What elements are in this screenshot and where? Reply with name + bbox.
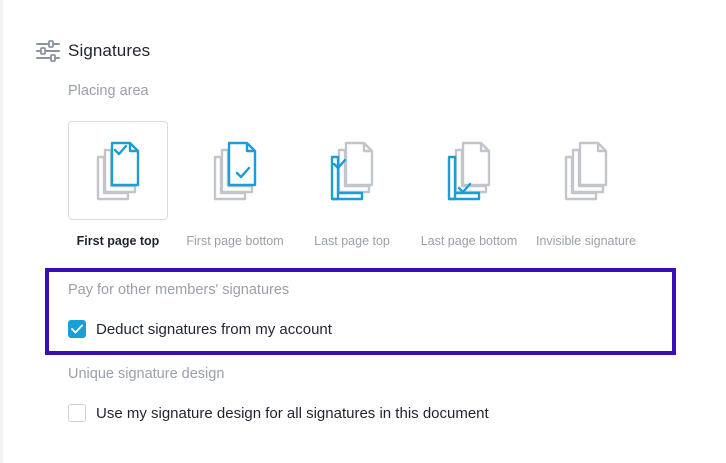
- doc-last-bottom-icon: [447, 141, 491, 200]
- placing-option-label: Last page bottom: [420, 234, 518, 248]
- check-icon: [71, 324, 83, 334]
- placing-area-heading: Placing area: [68, 83, 149, 99]
- placing-option-tile: [185, 121, 285, 220]
- deduct-signatures-checkbox[interactable]: [68, 320, 86, 338]
- placing-option-label: First page bottom: [186, 234, 284, 248]
- panel-divider: [0, 0, 3, 463]
- doc-first-top-icon: [96, 141, 140, 200]
- placing-option-invisible-signature[interactable]: Invisible signature: [536, 121, 636, 248]
- section-title: Signatures: [68, 41, 151, 60]
- deduct-signatures-option[interactable]: Deduct signatures from my account: [68, 320, 332, 338]
- placing-option-first-page-top[interactable]: First page top: [68, 121, 168, 248]
- placing-option-tile: [419, 121, 519, 220]
- design-section-heading: Unique signature design: [68, 366, 225, 382]
- use-signature-design-checkbox[interactable]: [68, 404, 86, 422]
- signatures-settings-panel: Signatures Placing area First page top F…: [0, 0, 726, 463]
- section-header: Signatures: [36, 38, 150, 64]
- placing-option-tile: [536, 121, 636, 220]
- pay-section-heading: Pay for other members' signatures: [68, 282, 290, 298]
- doc-first-bottom-icon: [213, 141, 257, 200]
- deduct-signatures-label: Deduct signatures from my account: [96, 320, 332, 338]
- placing-option-tile: [68, 121, 168, 220]
- placing-option-last-page-top[interactable]: Last page top: [302, 121, 402, 248]
- sliders-icon: [36, 40, 60, 62]
- doc-last-top-icon: [330, 141, 374, 200]
- doc-invisible-icon: [564, 141, 608, 200]
- use-signature-design-label: Use my signature design for all signatur…: [96, 404, 489, 422]
- placing-option-label: Invisible signature: [535, 234, 637, 248]
- placing-option-last-page-bottom[interactable]: Last page bottom: [419, 121, 519, 248]
- placing-option-label: Last page top: [314, 234, 390, 248]
- placing-option-tile: [302, 121, 402, 220]
- placing-option-label: First page top: [76, 234, 160, 248]
- placing-option-first-page-bottom[interactable]: First page bottom: [185, 121, 285, 248]
- placing-area-options: First page top First page bottom Last pa…: [68, 121, 653, 248]
- use-signature-design-option[interactable]: Use my signature design for all signatur…: [68, 404, 489, 422]
